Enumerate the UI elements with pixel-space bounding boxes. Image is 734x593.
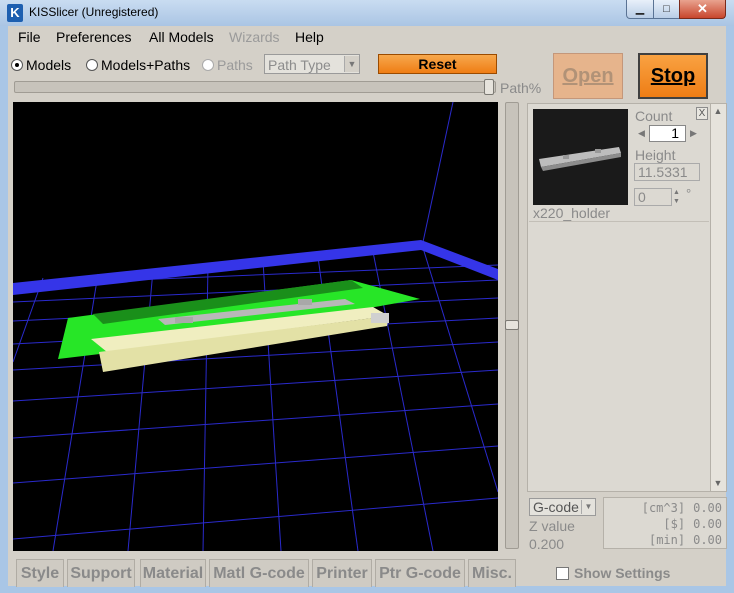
thumbnail-image <box>539 147 621 171</box>
open-button[interactable]: Open <box>553 53 623 99</box>
stat-unit: [min] <box>648 533 686 547</box>
stop-label: Stop <box>650 65 696 87</box>
menu-help[interactable]: Help <box>295 29 324 45</box>
count-decrement-icon[interactable]: ◀ <box>636 125 647 141</box>
count-increment-icon[interactable]: ▶ <box>688 125 699 141</box>
stat-value: 0.00 <box>693 517 722 531</box>
menu-preferences[interactable]: Preferences <box>56 29 131 45</box>
model-thumbnail[interactable] <box>533 109 628 205</box>
model-clip-1 <box>175 317 193 323</box>
window-title: KISSlicer (Unregistered) <box>29 5 159 19</box>
tab-style[interactable]: Style <box>16 559 64 587</box>
model-clip-2 <box>298 299 312 305</box>
stat-time: [min] 0.00 <box>604 533 722 547</box>
stat-unit: [$] <box>663 517 686 531</box>
stat-value: 0.00 <box>693 533 722 547</box>
tab-material[interactable]: Material <box>140 559 206 587</box>
count-field[interactable]: 1 <box>649 125 686 142</box>
rotation-spinner-icon[interactable]: ▲ ▼ <box>671 188 682 206</box>
open-label: Open <box>562 65 614 87</box>
count-label: Count <box>635 108 673 124</box>
reset-button[interactable]: Reset <box>378 54 497 74</box>
minimize-button[interactable]: ▁ <box>626 0 654 19</box>
checkbox-box <box>556 566 569 580</box>
stat-volume: [cm^3] 0.00 <box>604 501 722 515</box>
z-value-label: Z value <box>529 518 575 534</box>
tab-support[interactable]: Support <box>67 559 135 587</box>
stat-unit: [cm^3] <box>641 501 686 515</box>
radio-dot <box>86 59 98 71</box>
scroll-down-icon[interactable]: ▼ <box>710 478 726 488</box>
stat-value: 0.00 <box>693 501 722 515</box>
menu-file[interactable]: File <box>18 29 41 45</box>
chevron-down-icon[interactable]: ▼ <box>581 500 595 514</box>
remove-model-button[interactable]: X <box>696 107 708 120</box>
3d-viewport[interactable] <box>12 101 499 552</box>
menu-all-models[interactable]: All Models <box>149 29 214 45</box>
z-value: 0.200 <box>529 536 565 552</box>
degree-label: ° <box>686 186 692 201</box>
show-settings-label: Show Settings <box>574 565 671 581</box>
menu-wizards[interactable]: Wizards <box>229 29 280 45</box>
radio-models[interactable]: Models <box>11 57 71 73</box>
radio-label: Models+Paths <box>101 57 191 73</box>
stats-box: [cm^3] 0.00 [$] 0.00 [min] 0.00 <box>603 497 727 549</box>
close-window-button[interactable]: ✕ <box>679 0 726 19</box>
scroll-up-icon[interactable]: ▲ <box>710 106 726 116</box>
tab-printer[interactable]: Printer <box>312 559 372 587</box>
show-settings-checkbox[interactable]: Show Settings <box>556 565 670 581</box>
path-slider[interactable] <box>14 81 496 93</box>
radio-models-paths[interactable]: Models+Paths <box>86 57 190 73</box>
radio-label: Paths <box>217 57 253 73</box>
stop-button[interactable]: Stop <box>638 53 708 99</box>
radio-dot <box>202 59 214 71</box>
radio-label: Models <box>26 57 72 73</box>
panel-scrollbar[interactable] <box>710 104 726 491</box>
chevron-down-icon[interactable]: ▼ <box>344 56 359 72</box>
stat-cost: [$] 0.00 <box>604 517 722 531</box>
radio-paths[interactable]: Paths <box>202 57 253 73</box>
z-slider-thumb[interactable] <box>505 320 519 330</box>
panel-divider <box>529 221 709 222</box>
rotation-field[interactable]: 0 <box>634 188 672 206</box>
tab-misc[interactable]: Misc. <box>468 559 516 587</box>
tab-matl-gcode[interactable]: Matl G-code <box>209 559 309 587</box>
maximize-button[interactable]: □ <box>653 0 680 19</box>
radio-dot <box>11 59 23 71</box>
height-label: Height <box>635 147 676 163</box>
path-slider-thumb[interactable] <box>484 79 494 95</box>
app-icon: K <box>7 4 23 22</box>
height-field[interactable]: 11.5331 <box>634 163 700 181</box>
model-name: x220_holder <box>533 205 611 221</box>
model-end-cap <box>371 313 389 323</box>
viewport-scene <box>12 101 499 552</box>
tab-ptr-gcode[interactable]: Ptr G-code <box>375 559 465 587</box>
path-percent-label: Path% <box>500 80 542 96</box>
